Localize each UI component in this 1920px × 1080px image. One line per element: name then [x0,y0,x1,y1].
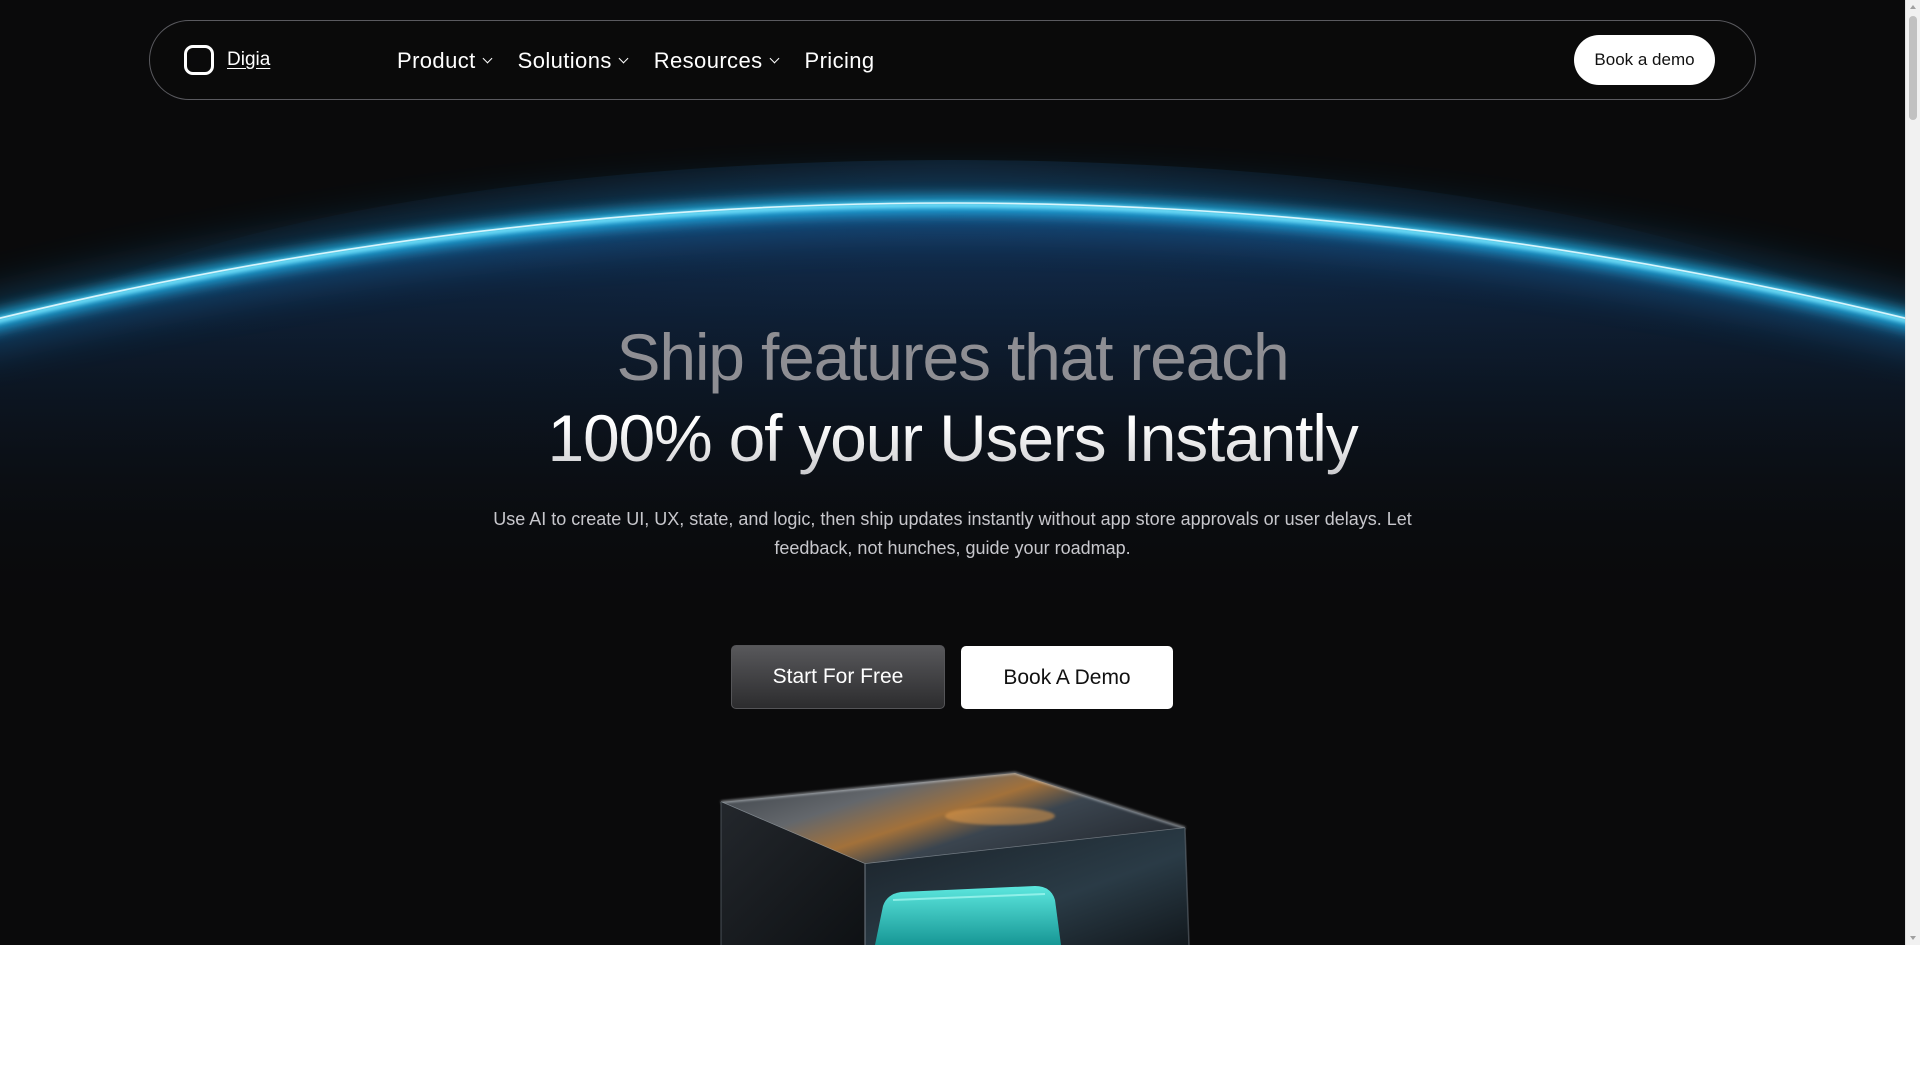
hero-title-line-1: Ship features that reach [616,320,1290,394]
nav-item-label: Product [397,48,476,73]
logo-mark-icon [184,45,214,75]
scroll-down-icon[interactable] [1910,936,1916,940]
nav-item-resources[interactable]: Resources [653,48,779,74]
chevron-down-icon [618,53,629,64]
vertical-scrollbar[interactable] [1905,0,1920,945]
nav-item-pricing[interactable]: Pricing [805,48,875,74]
nav-item-label: Solutions [517,48,612,73]
nav-item-solutions[interactable]: Solutions [517,48,629,74]
logo-text: Digia [227,49,271,70]
nav-item-product[interactable]: Product [397,48,493,74]
page-viewport: Digia Product Solutions Resources Pricin… [0,0,1905,945]
hero-subtitle: Use AI to create UI, UX, state, and logi… [493,509,1412,558]
book-a-demo-button[interactable]: Book A Demo [961,646,1173,709]
top-navbar: Digia Product Solutions Resources Pricin… [149,20,1756,100]
scroll-up-icon[interactable] [1910,5,1916,9]
logo-link[interactable]: Digia [184,45,270,75]
nav-item-label: Pricing [804,48,875,73]
nav-links: Product Solutions Resources Pricing [397,48,902,74]
glass-cube-illustration [720,771,1190,945]
start-for-free-button[interactable]: Start For Free [731,645,945,709]
scrollbar-thumb[interactable] [1909,16,1917,120]
hero-cta-row: Start For Free Book A Demo [731,645,1173,709]
hero-title-line-2: 100% of your Users Instantly [0,400,1905,476]
chevron-down-icon [482,53,493,64]
book-a-demo-nav-button[interactable]: Book a demo [1574,35,1715,85]
nav-item-label: Resources [653,48,763,73]
chevron-down-icon [769,53,779,64]
